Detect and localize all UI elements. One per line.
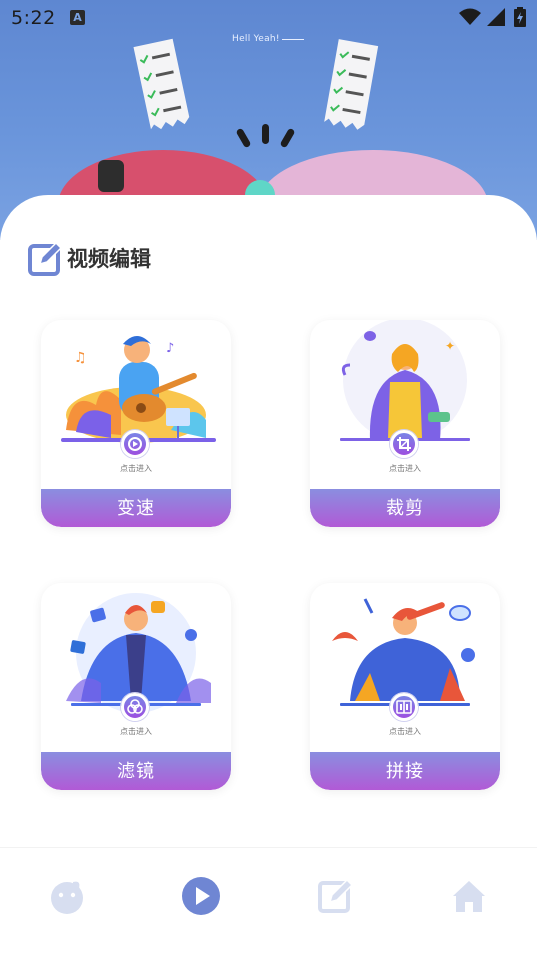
enter-hint: 点击进入 bbox=[389, 464, 421, 473]
enter-hint: 点击进入 bbox=[120, 464, 152, 473]
notification-a-icon: A bbox=[70, 10, 85, 25]
section-header: 视频编辑 bbox=[28, 240, 151, 276]
content-sheet bbox=[0, 195, 537, 956]
speed-icon bbox=[121, 430, 149, 458]
decoration-mark bbox=[279, 127, 296, 149]
bottom-nav bbox=[0, 847, 537, 956]
svg-text:♪: ♪ bbox=[166, 341, 174, 356]
checklist-illustration bbox=[133, 38, 190, 130]
tagline-divider bbox=[282, 39, 304, 40]
decoration-mark bbox=[235, 127, 252, 149]
card-speed[interactable]: ♫ ♪ 点击进入 变速 bbox=[41, 320, 231, 527]
enter-hint: 点击进入 bbox=[389, 727, 421, 736]
svg-text:✦: ✦ bbox=[445, 339, 455, 353]
decoration-mark bbox=[262, 124, 269, 144]
filter-button[interactable]: 滤镜 bbox=[41, 752, 231, 790]
status-time: 5:22 bbox=[11, 7, 56, 29]
splice-icon bbox=[390, 693, 418, 721]
enter-hint: 点击进入 bbox=[120, 727, 152, 736]
nav-play[interactable] bbox=[181, 876, 221, 916]
splice-button[interactable]: 拼接 bbox=[310, 752, 500, 790]
crop-button[interactable]: 裁剪 bbox=[310, 489, 500, 527]
edit-icon bbox=[28, 241, 63, 276]
wifi-icon bbox=[459, 8, 481, 25]
svg-text:♫: ♫ bbox=[74, 350, 87, 366]
watch-illustration bbox=[98, 160, 124, 192]
section-title: 视频编辑 bbox=[67, 247, 151, 271]
battery-icon bbox=[514, 7, 526, 27]
signal-icon bbox=[487, 8, 505, 26]
card-crop[interactable]: ✦ 点击进入 裁剪 bbox=[310, 320, 500, 527]
speed-button[interactable]: 变速 bbox=[41, 489, 231, 527]
status-bar: 5:22 A bbox=[0, 0, 537, 36]
nav-mascot[interactable] bbox=[47, 876, 87, 916]
mascot-icon bbox=[51, 881, 83, 914]
banner-tagline: Hell Yeah! bbox=[232, 34, 280, 44]
card-filter[interactable]: 点击进入 滤镜 bbox=[41, 583, 231, 790]
play-icon bbox=[182, 877, 220, 915]
filter-icon bbox=[121, 693, 149, 721]
nav-home[interactable] bbox=[449, 876, 489, 916]
card-splice[interactable]: 点击进入 拼接 bbox=[310, 583, 500, 790]
checklist-illustration bbox=[324, 39, 379, 130]
home-icon bbox=[453, 881, 485, 912]
edit-icon bbox=[318, 878, 354, 913]
nav-edit[interactable] bbox=[316, 876, 356, 916]
crop-icon bbox=[390, 430, 418, 458]
